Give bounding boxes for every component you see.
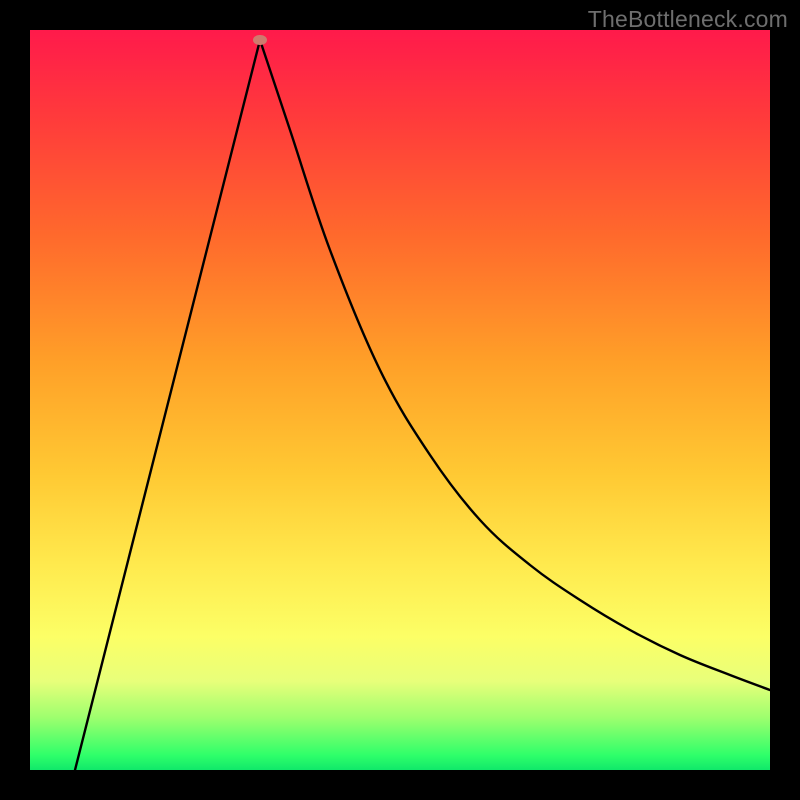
watermark-text: TheBottleneck.com	[588, 6, 788, 33]
chart-plot-area	[30, 30, 770, 770]
curve-right-branch	[260, 40, 770, 690]
chart-curve	[30, 30, 770, 770]
curve-left-branch	[75, 40, 260, 770]
minimum-marker	[253, 35, 267, 45]
